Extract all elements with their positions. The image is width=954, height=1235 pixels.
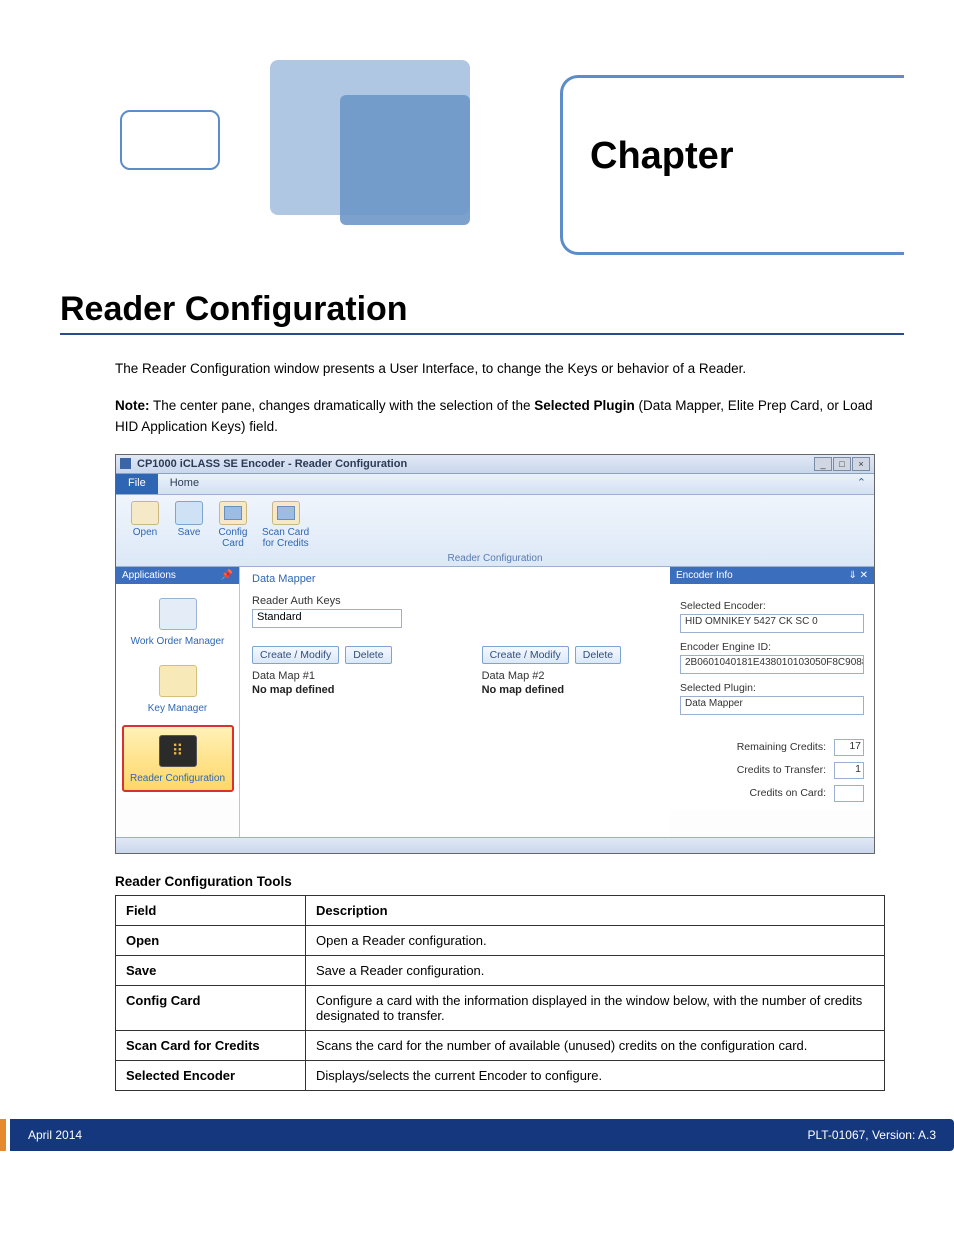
map1-status: No map defined xyxy=(252,684,392,696)
selected-plugin-label: Selected Plugin: xyxy=(680,682,864,694)
reader-config-icon xyxy=(159,735,197,767)
chapter-label: Chapter xyxy=(590,135,734,178)
credits-transfer-input[interactable]: 1 xyxy=(834,762,864,779)
app-reader-configuration[interactable]: Reader Configuration xyxy=(122,725,234,793)
selected-encoder-select[interactable]: HID OMNIKEY 5427 CK SC 0 xyxy=(680,614,864,633)
credits-on-card-label: Credits on Card: xyxy=(750,787,826,799)
map1-create-button[interactable]: Create / Modify xyxy=(252,646,339,664)
app-key-manager[interactable]: Key Manager xyxy=(122,657,234,721)
encoder-panel-header: Encoder Info ⇓ ✕ xyxy=(670,567,874,584)
table-row: Config CardConfigure a card with the inf… xyxy=(116,985,885,1030)
work-order-icon xyxy=(159,598,197,630)
chapter-header-graphic: Chapter xyxy=(60,60,904,270)
app-screenshot: CP1000 iCLASS SE Encoder - Reader Config… xyxy=(115,454,875,854)
map2-name: Data Map #2 xyxy=(482,670,622,682)
ribbon-toolbar: Open Save Config Card Scan Card for Cred… xyxy=(116,495,874,567)
encoder-info-panel: Encoder Info ⇓ ✕ Selected Encoder: HID O… xyxy=(670,567,874,837)
remaining-credits-label: Remaining Credits: xyxy=(737,741,826,753)
center-pane: Data Mapper Reader Auth Keys Standard Cr… xyxy=(240,567,670,837)
config-card-icon xyxy=(219,501,247,525)
save-icon xyxy=(175,501,203,525)
tool-config-card[interactable]: Config Card xyxy=(212,499,254,551)
col-field: Field xyxy=(116,895,306,925)
center-header: Data Mapper xyxy=(252,573,658,585)
table-row: Selected EncoderDisplays/selects the cur… xyxy=(116,1060,885,1090)
data-map-2: Create / Modify Delete Data Map #2 No ma… xyxy=(482,646,622,696)
window-titlebar: CP1000 iCLASS SE Encoder - Reader Config… xyxy=(116,455,874,474)
credits-on-card-value xyxy=(834,785,864,802)
engine-id-label: Encoder Engine ID: xyxy=(680,641,864,653)
app-icon xyxy=(120,458,131,469)
map1-delete-button[interactable]: Delete xyxy=(345,646,391,664)
note-paragraph: Note: The center pane, changes dramatica… xyxy=(115,396,885,438)
window-title: CP1000 iCLASS SE Encoder - Reader Config… xyxy=(137,458,813,470)
map1-name: Data Map #1 xyxy=(252,670,392,682)
remaining-credits-value: 17 xyxy=(834,739,864,756)
auth-keys-select[interactable]: Standard xyxy=(252,609,402,628)
map2-delete-button[interactable]: Delete xyxy=(575,646,621,664)
tools-table: Field Description OpenOpen a Reader conf… xyxy=(115,895,885,1091)
col-description: Description xyxy=(306,895,885,925)
pin-icon[interactable]: 📌 xyxy=(221,570,233,581)
minimize-button[interactable]: _ xyxy=(814,457,832,471)
engine-id-value: 2B0601040181E438010103050F8C9088 xyxy=(680,655,864,674)
table-row: SaveSave a Reader configuration. xyxy=(116,955,885,985)
table-row: Scan Card for CreditsScans the card for … xyxy=(116,1030,885,1060)
menu-file[interactable]: File xyxy=(116,474,158,494)
scan-card-icon xyxy=(272,501,300,525)
map2-status: No map defined xyxy=(482,684,622,696)
close-button[interactable]: × xyxy=(852,457,870,471)
maximize-button[interactable]: □ xyxy=(833,457,851,471)
panel-controls[interactable]: ⇓ ✕ xyxy=(848,570,868,581)
credits-transfer-label: Credits to Transfer: xyxy=(737,764,826,776)
map2-create-button[interactable]: Create / Modify xyxy=(482,646,569,664)
table-row: OpenOpen a Reader configuration. xyxy=(116,925,885,955)
ribbon-group-label: Reader Configuration xyxy=(124,553,866,564)
ribbon-collapse-icon[interactable]: ⌃ xyxy=(849,474,874,494)
section-title: Reader Configuration xyxy=(60,290,904,335)
app-work-order-manager[interactable]: Work Order Manager xyxy=(122,590,234,654)
auth-keys-label: Reader Auth Keys xyxy=(252,595,658,607)
selected-encoder-label: Selected Encoder: xyxy=(680,600,864,612)
table-title: Reader Configuration Tools xyxy=(115,874,904,889)
footer-date: April 2014 xyxy=(28,1128,82,1142)
menu-bar: File Home ⌃ xyxy=(116,474,874,495)
tool-save[interactable]: Save xyxy=(168,499,210,551)
applications-panel-header: Applications 📌 xyxy=(116,567,239,584)
menu-home[interactable]: Home xyxy=(158,474,211,494)
footer-docid: PLT-01067, Version: A.3 xyxy=(807,1128,936,1142)
key-manager-icon xyxy=(159,665,197,697)
applications-panel: Applications 📌 Work Order Manager Key Ma… xyxy=(116,567,240,837)
open-icon xyxy=(131,501,159,525)
intro-paragraph: The Reader Configuration window presents… xyxy=(115,359,885,380)
page-footer: April 2014 PLT-01067, Version: A.3 xyxy=(0,1119,954,1151)
note-label: Note: xyxy=(115,398,150,413)
tool-open[interactable]: Open xyxy=(124,499,166,551)
table-header-row: Field Description xyxy=(116,895,885,925)
tool-scan-card[interactable]: Scan Card for Credits xyxy=(256,499,315,551)
status-bar xyxy=(116,837,874,853)
selected-plugin-select[interactable]: Data Mapper xyxy=(680,696,864,715)
data-map-1: Create / Modify Delete Data Map #1 No ma… xyxy=(252,646,392,696)
